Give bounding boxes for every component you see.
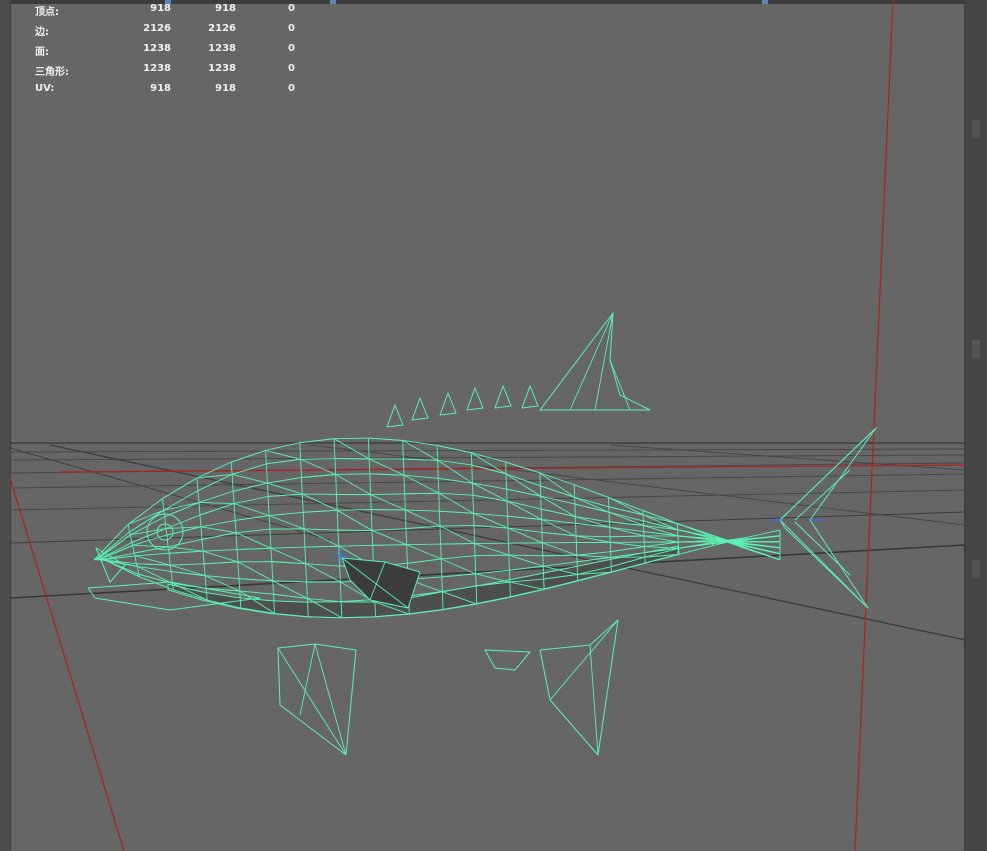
hud-label: 面: [35,47,49,58]
hud-value: 0 [288,83,295,94]
3d-viewport[interactable]: 顶点: 918 918 0 边: 2126 2126 0 面: 1238 123… [10,0,965,851]
hud-label: UV: [35,83,55,94]
hud-label: 三角形: [35,67,69,78]
viewport-scene[interactable] [10,0,965,851]
hud-value: 2126 [208,23,236,34]
ground-grid [10,442,965,641]
hud-value: 918 [215,3,236,14]
hud-value: 0 [288,63,295,74]
panel-tab[interactable] [972,120,980,138]
world-axes [10,0,965,851]
hud-row-edges: 边: 2126 2126 0 [35,23,295,43]
hud-row-triangles: 三角形: 1238 1238 0 [35,63,295,83]
hud-value: 918 [215,83,236,94]
hud-value: 0 [288,43,295,54]
hud-value: 918 [150,83,171,94]
hud-value: 918 [150,3,171,14]
hud-value: 0 [288,3,295,14]
hud-value: 1238 [143,43,171,54]
hud-row-uvs: UV: 918 918 0 [35,83,295,103]
hud-value: 1238 [143,63,171,74]
hud-label: 边: [35,27,49,38]
fish-wireframe-mesh[interactable] [87,312,877,756]
hud-value: 2126 [143,23,171,34]
hud-value: 1238 [208,63,236,74]
maya-app-window: 顶点: 918 918 0 边: 2126 2126 0 面: 1238 123… [0,0,987,851]
hud-row-faces: 面: 1238 1238 0 [35,43,295,63]
panel-tab[interactable] [972,560,980,578]
panel-tab[interactable] [972,340,980,358]
hud-value: 0 [288,23,295,34]
poly-count-hud: 顶点: 918 918 0 边: 2126 2126 0 面: 1238 123… [35,3,295,103]
hud-row-vertices: 顶点: 918 918 0 [35,3,295,23]
hud-label: 顶点: [35,7,59,18]
right-panel-edge[interactable] [964,0,987,851]
hud-value: 1238 [208,43,236,54]
